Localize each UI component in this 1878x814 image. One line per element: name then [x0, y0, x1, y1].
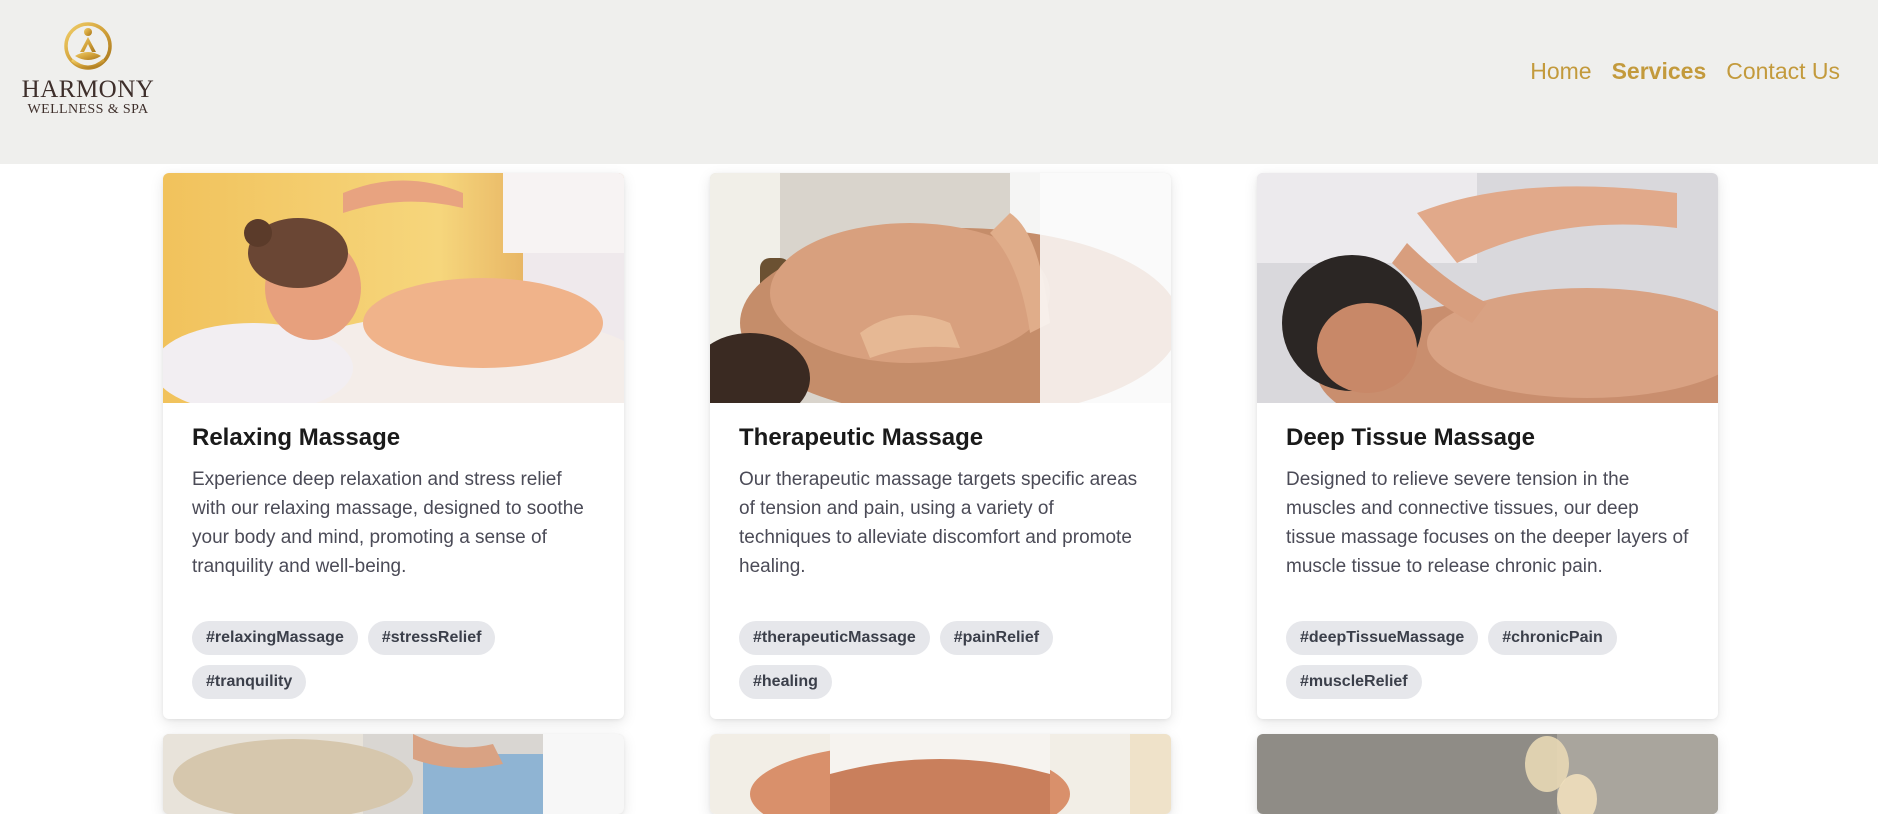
service-card[interactable]: Relaxing Massage Experience deep relaxat…: [163, 173, 624, 719]
card-description: Our therapeutic massage targets specific…: [739, 469, 1138, 577]
card-description: Experience deep relaxation and stress re…: [192, 469, 584, 577]
service-photo: [163, 734, 624, 814]
nav-services-link[interactable]: Services: [1612, 58, 1707, 85]
service-photo: [1257, 734, 1718, 814]
service-card[interactable]: [710, 734, 1171, 814]
card-title: Relaxing Massage: [192, 424, 401, 451]
site-header: HARMONY WELLNESS & SPA Home Services Con…: [0, 0, 1878, 164]
tag-list: #therapeuticMassage #painRelief #healing: [739, 621, 1142, 719]
service-card[interactable]: Deep Tissue Massage Designed to relieve …: [1257, 173, 1718, 719]
tag-chip[interactable]: #chronicPain: [1488, 621, 1617, 655]
service-card[interactable]: [163, 734, 624, 814]
tag-chip[interactable]: #relaxingMassage: [192, 621, 358, 655]
deep-tissue-massage-photo: [1257, 173, 1718, 403]
tag-list: #deepTissueMassage #chronicPain #muscleR…: [1286, 621, 1689, 719]
tag-chip[interactable]: #deepTissueMassage: [1286, 621, 1479, 655]
tag-chip[interactable]: #muscleRelief: [1286, 665, 1422, 699]
tag-list: #relaxingMassage #stressRelief #tranquil…: [192, 621, 595, 719]
relaxing-massage-photo: [163, 173, 624, 403]
brand-subtitle: WELLNESS & SPA: [27, 102, 149, 117]
card-title: Deep Tissue Massage: [1286, 424, 1536, 451]
lotus-meditation-icon: [64, 22, 112, 70]
nav-home-link[interactable]: Home: [1530, 58, 1591, 85]
service-card[interactable]: Therapeutic Massage Our therapeutic mass…: [710, 173, 1171, 719]
tag-chip[interactable]: #painRelief: [939, 621, 1054, 655]
service-photo: [710, 734, 1171, 814]
card-description: Designed to relieve severe tension in th…: [1286, 469, 1689, 577]
brand-name: HARMONY: [21, 76, 155, 103]
tag-chip[interactable]: #therapeuticMassage: [739, 621, 930, 655]
nav-contact-link[interactable]: Contact Us: [1726, 58, 1840, 85]
service-card[interactable]: [1257, 734, 1718, 814]
tag-chip[interactable]: #healing: [739, 665, 832, 699]
card-title: Therapeutic Massage: [739, 424, 984, 451]
main-nav: Home Services Contact Us: [1530, 58, 1840, 85]
tag-chip[interactable]: #tranquility: [192, 665, 307, 699]
therapeutic-massage-photo: [710, 173, 1171, 403]
brand-logo[interactable]: HARMONY WELLNESS & SPA: [21, 18, 155, 130]
tag-chip[interactable]: #stressRelief: [367, 621, 496, 655]
